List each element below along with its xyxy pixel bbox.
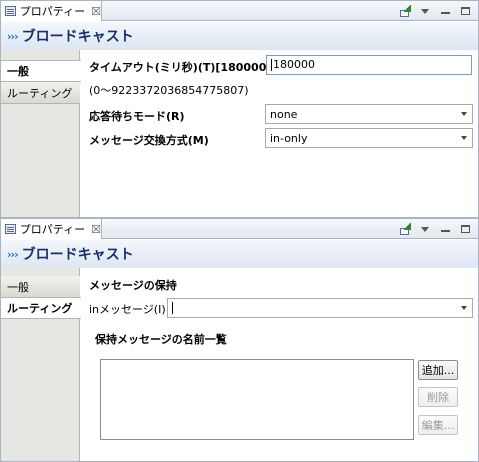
- text-caret: [172, 302, 173, 314]
- edit-button[interactable]: 編集...: [418, 415, 458, 435]
- maximize-icon: [460, 7, 470, 15]
- general-content: タイムアウト(ミリ秒)(T)[180000] 180000 (0〜9223372…: [81, 50, 478, 217]
- pin-button[interactable]: [398, 222, 412, 236]
- close-icon[interactable]: ☒: [91, 5, 101, 18]
- view-tab-title: プロパティー: [19, 5, 86, 18]
- maximize-button[interactable]: [458, 4, 472, 18]
- timeout-label: タイムアウト(ミリ秒)(T)[180000]: [89, 61, 272, 74]
- add-button[interactable]: 追加...: [418, 360, 458, 380]
- exchange-pattern-label: メッセージ交換方式(M): [89, 134, 209, 147]
- view-tab-bar: プロパティー ☒: [1, 1, 478, 21]
- message-retention-heading: メッセージの保持: [89, 279, 177, 292]
- chevron-down-icon[interactable]: [456, 299, 472, 317]
- view-toolbar: [398, 3, 472, 19]
- view-tab-bar: プロパティー ☒: [1, 219, 478, 239]
- tab-general[interactable]: 一般: [1, 276, 80, 298]
- view-menu-icon: [421, 226, 429, 232]
- page-title-bar: ››› ブロードキャスト: [1, 22, 478, 50]
- tab-routing[interactable]: ルーティング: [1, 297, 81, 319]
- broadcast-icon: ›››: [7, 29, 19, 43]
- exchange-pattern-value: in-only: [270, 131, 308, 145]
- page-title-bar: ››› ブロードキャスト: [1, 240, 478, 268]
- tab-routing[interactable]: ルーティング: [1, 82, 80, 104]
- chevron-down-icon[interactable]: [456, 105, 472, 123]
- tab-general[interactable]: 一般: [1, 60, 81, 82]
- maximize-button[interactable]: [458, 222, 472, 236]
- properties-view-tab[interactable]: プロパティー ☒: [1, 219, 102, 239]
- side-tab-list: 一般 ルーティング: [1, 50, 81, 217]
- minimize-icon: [440, 230, 450, 232]
- properties-view-icon: [5, 224, 16, 234]
- timeout-value: 180000: [273, 58, 315, 71]
- minimize-button[interactable]: [438, 4, 452, 18]
- response-mode-label: 応答待ちモード(R): [89, 110, 185, 123]
- minimize-icon: [440, 12, 450, 14]
- retained-names-heading: 保持メッセージの名前一覧: [95, 333, 227, 346]
- response-mode-value: none: [270, 107, 298, 121]
- in-message-label: inメッセージ(I): [89, 303, 166, 316]
- retained-names-list[interactable]: [100, 359, 414, 440]
- timeout-input[interactable]: 180000: [266, 55, 472, 75]
- chevron-down-icon[interactable]: [456, 129, 472, 147]
- response-mode-select[interactable]: none: [265, 104, 473, 124]
- properties-panel-routing: プロパティー ☒ ››› ブロードキャスト 一般 ルーティング メッセージの保持…: [0, 218, 479, 462]
- broadcast-icon: ›››: [7, 247, 19, 261]
- pin-to-view-icon: [399, 5, 411, 17]
- view-menu-icon: [421, 8, 429, 14]
- view-menu-button[interactable]: [418, 222, 432, 236]
- view-tab-title: プロパティー: [19, 223, 86, 236]
- view-menu-button[interactable]: [418, 4, 432, 18]
- in-message-select[interactable]: [167, 298, 473, 318]
- close-icon[interactable]: ☒: [91, 223, 101, 236]
- timeout-range-hint: (0〜9223372036854775807): [89, 84, 249, 97]
- page-title: ブロードキャスト: [21, 247, 134, 263]
- minimize-button[interactable]: [438, 222, 452, 236]
- properties-panel-general: プロパティー ☒ ››› ブロードキャスト 一般 ルーティング タイムアウト(ミ…: [0, 0, 479, 218]
- page-title: ブロードキャスト: [21, 29, 134, 45]
- delete-button[interactable]: 削除: [418, 387, 458, 407]
- pin-button[interactable]: [398, 4, 412, 18]
- maximize-icon: [460, 225, 470, 233]
- routing-content: メッセージの保持 inメッセージ(I) 保持メッセージの名前一覧 追加... 削…: [81, 268, 478, 461]
- pin-to-view-icon: [399, 223, 411, 235]
- exchange-pattern-select[interactable]: in-only: [265, 128, 473, 148]
- properties-view-tab[interactable]: プロパティー ☒: [1, 1, 102, 21]
- view-toolbar: [398, 221, 472, 237]
- side-tab-list: 一般 ルーティング: [1, 268, 81, 461]
- properties-view-icon: [5, 6, 16, 16]
